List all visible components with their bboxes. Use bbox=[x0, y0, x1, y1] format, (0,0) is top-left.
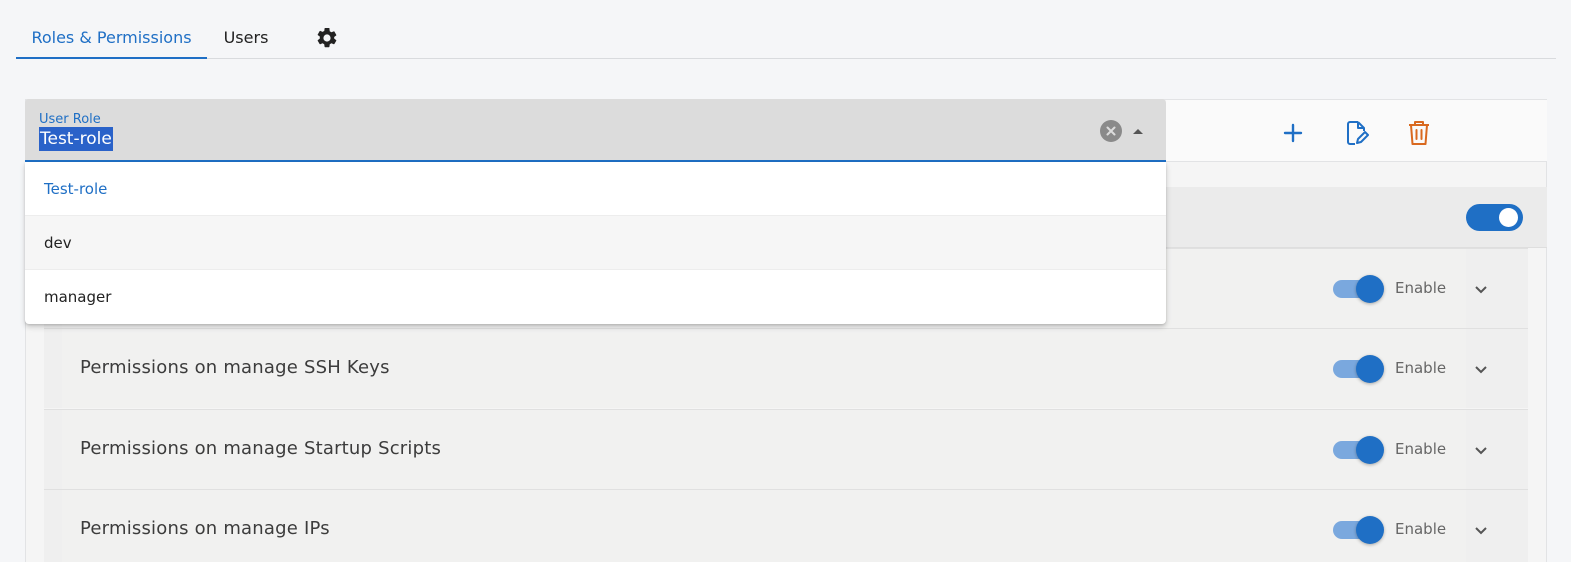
chevron-down-icon bbox=[1475, 527, 1487, 535]
switch-thumb bbox=[1356, 275, 1384, 303]
expand-button[interactable] bbox=[1467, 516, 1495, 544]
gear-icon bbox=[317, 27, 337, 48]
edit-role-button[interactable] bbox=[1340, 116, 1374, 150]
switch-thumb bbox=[1356, 355, 1384, 383]
master-toggle[interactable] bbox=[1466, 204, 1523, 231]
role-toolbar bbox=[1166, 100, 1547, 162]
tab-bar: Roles & Permissions Users bbox=[16, 18, 1556, 59]
switch-thumb bbox=[1356, 516, 1384, 544]
enable-label: Enable bbox=[1395, 520, 1447, 538]
chevron-down-icon bbox=[1475, 366, 1487, 374]
add-role-button[interactable] bbox=[1276, 116, 1310, 150]
trash-icon bbox=[1409, 121, 1429, 145]
permission-enable-switch[interactable] bbox=[1333, 275, 1384, 303]
role-option[interactable]: manager bbox=[25, 270, 1166, 324]
user-role-select[interactable]: User Role Test-role bbox=[25, 99, 1166, 162]
plus-icon bbox=[1283, 123, 1303, 143]
user-role-value[interactable]: Test-role bbox=[39, 127, 113, 151]
tab-users[interactable]: Users bbox=[207, 18, 285, 58]
delete-role-button[interactable] bbox=[1402, 116, 1436, 150]
caret-up-icon bbox=[1133, 129, 1143, 134]
permission-title: Permissions on manage SSH Keys bbox=[80, 357, 390, 378]
enable-label: Enable bbox=[1395, 359, 1447, 377]
close-icon bbox=[1106, 126, 1116, 136]
permission-title: Permissions on manage Startup Scripts bbox=[80, 438, 442, 459]
expand-button[interactable] bbox=[1467, 355, 1495, 383]
role-option[interactable]: Test-role bbox=[25, 162, 1166, 216]
toggle-knob bbox=[1499, 208, 1518, 227]
switch-thumb bbox=[1356, 436, 1384, 464]
enable-label: Enable bbox=[1395, 279, 1447, 297]
permission-enable-switch[interactable] bbox=[1333, 436, 1384, 464]
chevron-down-icon bbox=[1475, 286, 1487, 294]
user-role-label: User Role bbox=[39, 112, 101, 127]
permission-enable-switch[interactable] bbox=[1333, 516, 1384, 544]
settings-button[interactable] bbox=[312, 18, 342, 58]
permission-row: Permissions on manage SSH Keys Enable bbox=[44, 328, 1528, 408]
tab-roles-permissions[interactable]: Roles & Permissions bbox=[16, 18, 207, 59]
permission-row: Permissions on manage IPs Enable bbox=[44, 489, 1528, 562]
clear-selection-button[interactable] bbox=[1100, 120, 1122, 142]
expand-button[interactable] bbox=[1467, 275, 1495, 303]
permission-enable-switch[interactable] bbox=[1333, 355, 1384, 383]
expand-button[interactable] bbox=[1467, 436, 1495, 464]
role-option[interactable]: dev bbox=[25, 216, 1166, 270]
user-role-dropdown: Test-role dev manager bbox=[25, 162, 1166, 324]
permission-title: Permissions on manage IPs bbox=[80, 518, 330, 539]
edit-document-icon bbox=[1347, 121, 1369, 145]
permission-row: Permissions on manage Startup Scripts En… bbox=[44, 409, 1528, 489]
chevron-down-icon bbox=[1475, 447, 1487, 455]
enable-label: Enable bbox=[1395, 440, 1447, 458]
dropdown-toggle-button[interactable] bbox=[1130, 123, 1146, 139]
